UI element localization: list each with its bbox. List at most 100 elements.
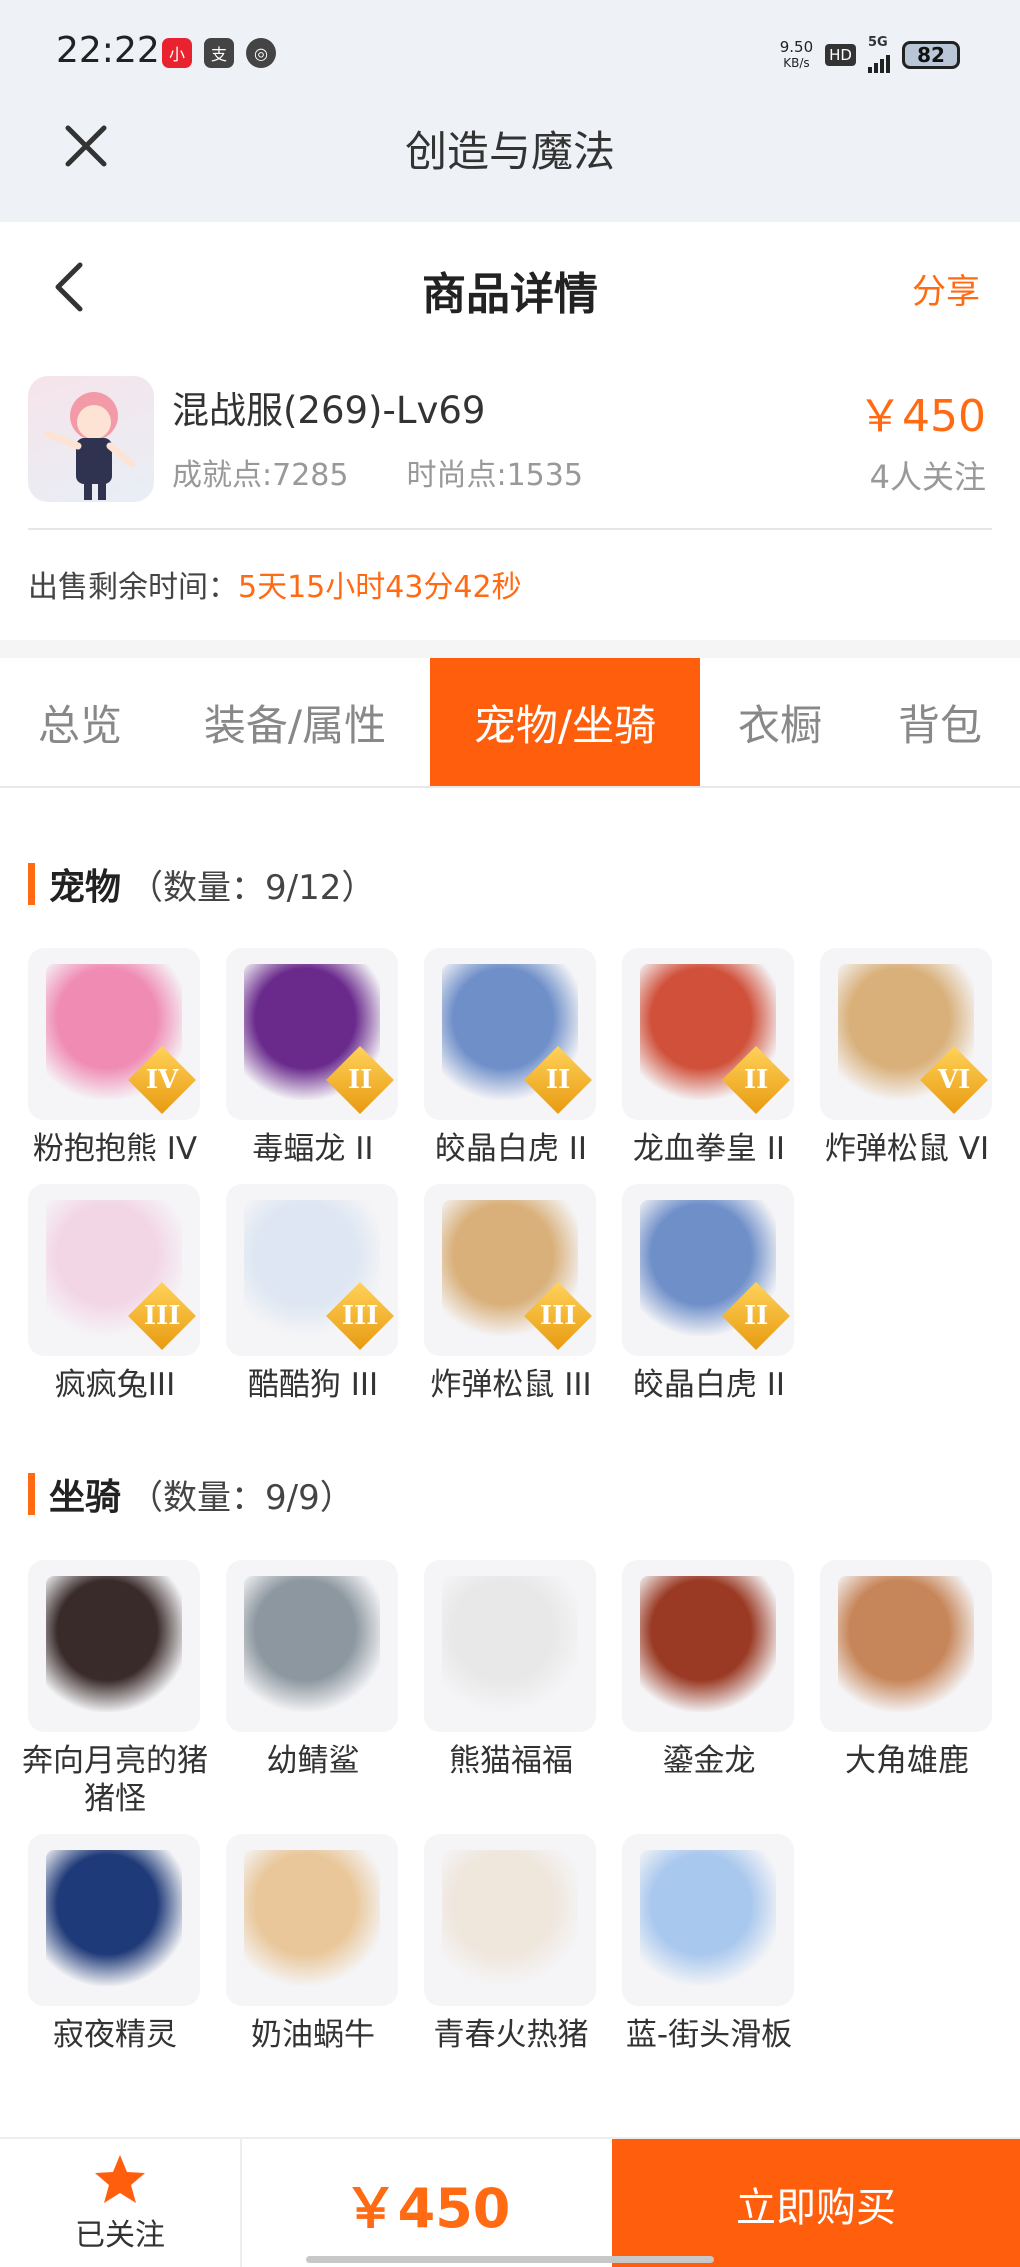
pet-item[interactable]: II 龙血拳皇 II (622, 948, 802, 1168)
pet-label: 炸弹松鼠 III (430, 1367, 592, 1403)
pet-label: 毒蝠龙 II (252, 1131, 374, 1167)
pet-item[interactable]: III 酷酷狗 III (226, 1184, 406, 1404)
pet-label: 疯疯兔III (54, 1367, 176, 1403)
pets-count: （数量：9/12） (129, 867, 376, 908)
tab-equipment[interactable]: 装备/属性 (160, 658, 430, 786)
buy-now-button[interactable]: 立即购买 (612, 2139, 1020, 2267)
net-speed-unit: KB/s (783, 55, 810, 70)
mount-thumbnail (28, 1834, 200, 2006)
mount-thumbnail (28, 1560, 200, 1732)
pet-item[interactable]: II 皎晶白虎 II (424, 948, 604, 1168)
page-header: 商品详情 分享 (0, 222, 1020, 352)
pet-thumbnail: II (424, 948, 596, 1120)
mount-label: 奔向月亮的猪猪怪 (22, 1743, 208, 1817)
tab-bar: 总览 装备/属性 宠物/坐骑 衣橱 背包 (0, 658, 1020, 788)
mount-item[interactable]: 鎏金龙 (622, 1560, 802, 1780)
divider (28, 528, 992, 530)
mount-item[interactable]: 熊猫福福 (424, 1560, 604, 1780)
follow-button[interactable]: 已关注 (0, 2139, 242, 2267)
share-button[interactable]: 分享 (912, 264, 980, 313)
mount-label: 青春火热猪 (433, 2017, 589, 2053)
page-title: 商品详情 (422, 269, 598, 320)
pet-label: 粉抱抱熊 IV (32, 1131, 198, 1167)
mount-label: 奶油蜗牛 (251, 2017, 375, 2053)
status-indicators: 9.50 KB/s HD 5G 82 (780, 36, 960, 73)
pet-label: 皎晶白虎 II (632, 1367, 786, 1403)
mount-label: 鎏金龙 (662, 1743, 756, 1779)
mount-label: 大角雄鹿 (845, 1743, 969, 1779)
signal-icon: 5G (868, 36, 890, 73)
tier-badge-label: III (341, 1301, 379, 1331)
pet-thumbnail: VI (820, 948, 992, 1120)
tier-badge-label: II (743, 1064, 769, 1095)
mount-image (838, 1576, 974, 1712)
product-name: 混战服(269)-Lv69 (172, 389, 486, 432)
mounts-section-header: 坐骑 （数量：9/9） (28, 1468, 354, 1520)
tab-pets-mounts[interactable]: 宠物/坐骑 (430, 658, 700, 786)
status-time: 22:22 (56, 30, 160, 71)
pet-thumbnail: IV (28, 948, 200, 1120)
product-card: 混战服(269)-Lv69 成就点:7285 时尚点:1535 ￥450 4人关… (0, 352, 1020, 640)
mount-item[interactable]: 寂夜精灵 (28, 1834, 208, 2054)
pets-title: 宠物 (49, 867, 122, 908)
product-price: ￥450 (858, 391, 986, 442)
net-speed-value: 9.50 (779, 37, 814, 56)
mount-thumbnail (226, 1834, 398, 2006)
pet-label: 龙血拳皇 II (632, 1131, 786, 1167)
section-gap (0, 640, 1020, 660)
mount-image (640, 1576, 776, 1712)
pet-thumbnail: III (424, 1184, 596, 1356)
status-app-icons: 小 支 ◎ (162, 38, 276, 68)
mount-image (244, 1850, 380, 1986)
tab-overview[interactable]: 总览 (0, 658, 160, 786)
pet-item[interactable]: III 疯疯兔III (28, 1184, 208, 1404)
mount-thumbnail (622, 1560, 794, 1732)
mount-thumbnail (226, 1560, 398, 1732)
mount-image (442, 1850, 578, 1986)
bottom-action-bar: 已关注 ￥450 立即购买 (0, 2137, 1020, 2267)
pet-item[interactable]: III 炸弹松鼠 III (424, 1184, 604, 1404)
tier-badge-label: II (743, 1300, 769, 1331)
mount-label: 寂夜精灵 (53, 2017, 177, 2053)
pet-item[interactable]: IV 粉抱抱熊 IV (28, 948, 208, 1168)
battery-icon: 82 (902, 40, 960, 69)
alipay-icon: 支 (204, 38, 234, 68)
netease-music-icon: ◎ (246, 38, 276, 68)
pet-item[interactable]: II 毒蝠龙 II (226, 948, 406, 1168)
network-type: 5G (868, 35, 888, 50)
sale-timer: 出售剩余时间：5天15小时43分42秒 (28, 562, 522, 606)
character-avatar[interactable] (28, 376, 154, 502)
mount-item[interactable]: 奔向月亮的猪猪怪 (22, 1560, 208, 1818)
mount-image (46, 1576, 182, 1712)
follow-label: 已关注 (75, 2218, 165, 2253)
tier-badge-label: VI (937, 1065, 971, 1095)
bottom-price: ￥450 (343, 2176, 511, 2240)
section-accent-bar (28, 863, 35, 905)
back-icon[interactable] (40, 252, 100, 322)
xiaohongshu-icon: 小 (162, 38, 192, 68)
tab-backpack[interactable]: 背包 (860, 658, 1020, 786)
home-indicator[interactable] (306, 2256, 714, 2263)
pet-thumbnail: II (622, 1184, 794, 1356)
pet-thumbnail: II (622, 948, 794, 1120)
mount-item[interactable]: 蓝-街头滑板 (622, 1834, 802, 2054)
mount-item[interactable]: 奶油蜗牛 (226, 1834, 406, 2054)
top-zone: 22:22 小 支 ◎ 9.50 KB/s HD 5G 82 创造与魔法 (0, 0, 1020, 222)
tier-badge-label: IV (145, 1065, 179, 1095)
mount-image (244, 1576, 380, 1712)
pet-item[interactable]: VI 炸弹松鼠 VI (820, 948, 1000, 1168)
mount-item[interactable]: 大角雄鹿 (820, 1560, 1000, 1780)
hd-badge: HD (825, 43, 856, 66)
tier-badge-label: III (539, 1301, 577, 1331)
tab-wardrobe[interactable]: 衣橱 (700, 658, 860, 786)
follower-count: 4人关注 (869, 458, 986, 496)
mount-item[interactable]: 幼鲭鲨 (226, 1560, 406, 1780)
mount-item[interactable]: 青春火热猪 (424, 1834, 604, 2054)
mounts-count: （数量：9/9） (129, 1477, 354, 1518)
pet-label: 酷酷狗 III (247, 1367, 379, 1403)
pet-thumbnail: III (226, 1184, 398, 1356)
mount-thumbnail (820, 1560, 992, 1732)
net-speed: 9.50 KB/s (780, 39, 813, 71)
fashion-points: 时尚点:1535 (406, 458, 583, 493)
pet-item[interactable]: II 皎晶白虎 II (622, 1184, 802, 1404)
